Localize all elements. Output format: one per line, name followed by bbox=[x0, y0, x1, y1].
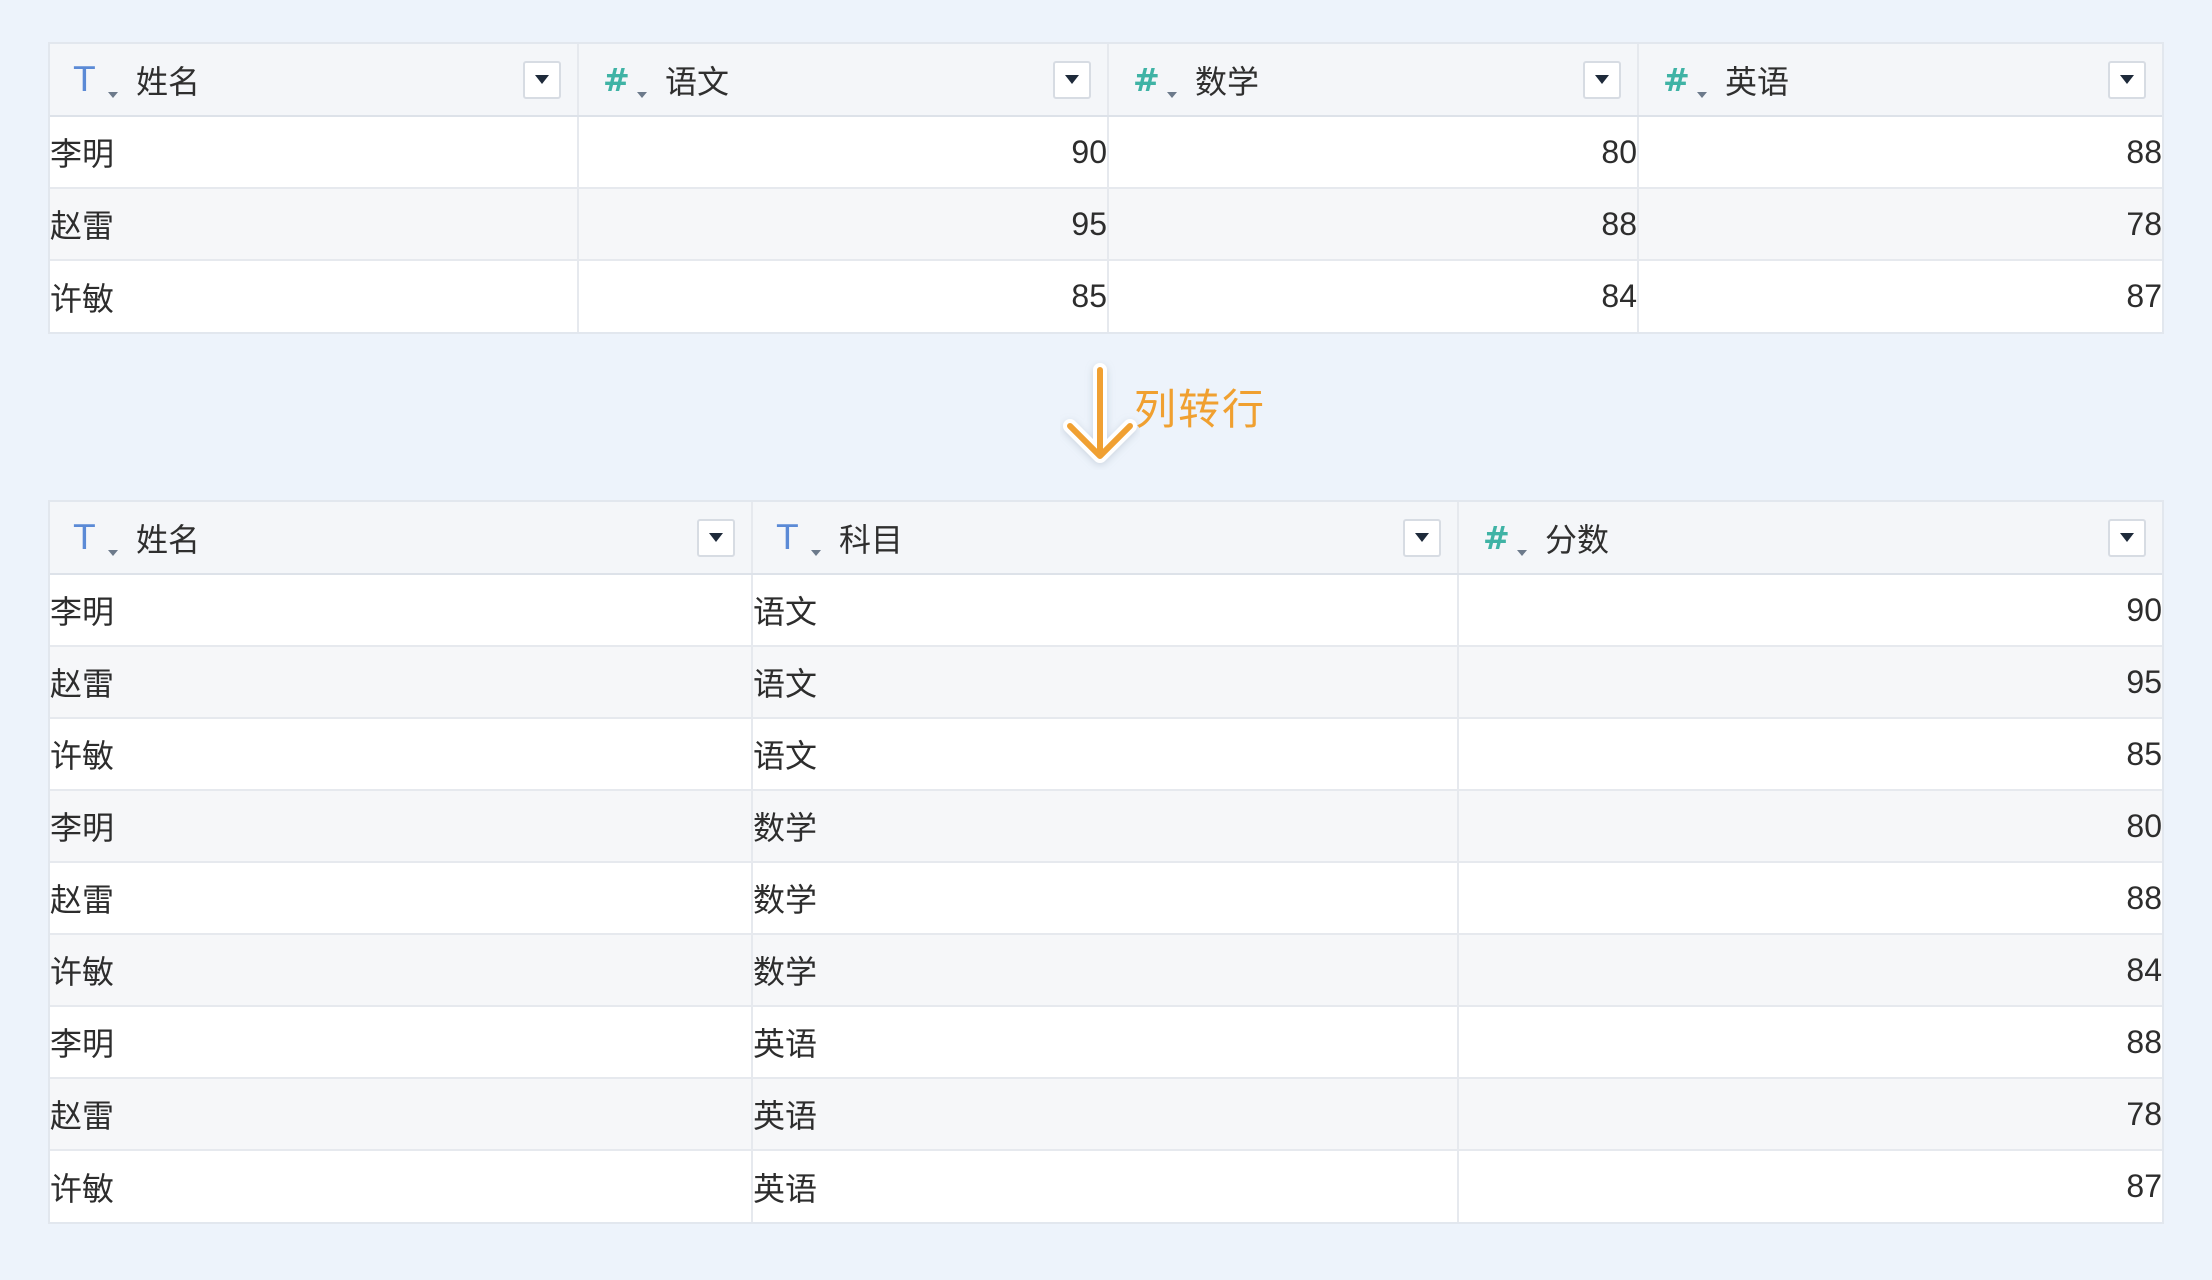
cell-name[interactable]: 赵雷 bbox=[50, 1078, 753, 1151]
column-header-english[interactable]: # 英语 bbox=[1638, 44, 2162, 117]
cell-subject[interactable]: 数学 bbox=[752, 934, 1459, 1007]
table-row[interactable]: 许敏 数学 84 bbox=[50, 934, 2162, 1007]
cell-score[interactable]: 85 bbox=[1458, 718, 2162, 791]
number-type-icon[interactable]: # bbox=[1133, 60, 1177, 100]
column-header-label: 数学 bbox=[1195, 62, 1260, 101]
number-type-icon[interactable]: # bbox=[1483, 518, 1527, 558]
column-header-label: 姓名 bbox=[136, 520, 201, 559]
cell-name[interactable]: 李明 bbox=[50, 1006, 753, 1079]
table-row[interactable]: 李明 英语 88 bbox=[50, 1006, 2162, 1079]
cell-score[interactable]: 80 bbox=[1458, 790, 2162, 863]
table-header-row: T 姓名 T 科目 # 分数 bbox=[50, 502, 2162, 575]
cell-score[interactable]: 87 bbox=[1458, 1150, 2162, 1222]
cell-score[interactable]: 88 bbox=[1458, 862, 2162, 935]
table-header-row: T 姓名 # 语文 # 数学 # 英语 bbox=[50, 44, 2162, 117]
cell-score[interactable]: 84 bbox=[1108, 260, 1639, 332]
cell-name[interactable]: 许敏 bbox=[50, 260, 579, 332]
table-row[interactable]: 赵雷 语文 95 bbox=[50, 646, 2162, 719]
column-header-label: 英语 bbox=[1725, 62, 1790, 101]
table-row[interactable]: 许敏 英语 87 bbox=[50, 1150, 2162, 1222]
table-row[interactable]: 李明 语文 90 bbox=[50, 574, 2162, 647]
cell-score[interactable]: 87 bbox=[1638, 260, 2162, 332]
column-header-math[interactable]: # 数学 bbox=[1108, 44, 1639, 117]
cell-subject[interactable]: 语文 bbox=[752, 646, 1459, 719]
cell-name[interactable]: 李明 bbox=[50, 116, 579, 189]
column-header-label: 科目 bbox=[839, 520, 904, 559]
column-header-name[interactable]: T 姓名 bbox=[50, 502, 753, 575]
cell-subject[interactable]: 英语 bbox=[752, 1078, 1459, 1151]
unpivot-indicator: 列转行 bbox=[1040, 360, 1400, 480]
cell-name[interactable]: 许敏 bbox=[50, 934, 753, 1007]
text-type-icon[interactable]: T bbox=[777, 518, 821, 558]
dropdown-icon[interactable] bbox=[697, 518, 735, 557]
cell-score[interactable]: 95 bbox=[578, 188, 1109, 261]
table-row[interactable]: 赵雷 数学 88 bbox=[50, 862, 2162, 935]
table-row[interactable]: 许敏 语文 85 bbox=[50, 718, 2162, 791]
dropdown-icon[interactable] bbox=[1403, 518, 1441, 557]
column-header-score[interactable]: # 分数 bbox=[1458, 502, 2162, 575]
text-type-icon[interactable]: T bbox=[74, 518, 118, 558]
cell-subject[interactable]: 数学 bbox=[752, 862, 1459, 935]
dropdown-icon[interactable] bbox=[523, 60, 561, 99]
unpivot-label: 列转行 bbox=[1134, 385, 1267, 434]
cell-name[interactable]: 许敏 bbox=[50, 718, 753, 791]
cell-score[interactable]: 85 bbox=[578, 260, 1109, 332]
dropdown-icon[interactable] bbox=[2108, 518, 2146, 557]
cell-subject[interactable]: 英语 bbox=[752, 1150, 1459, 1222]
column-header-label: 语文 bbox=[665, 62, 730, 101]
cell-score[interactable]: 88 bbox=[1458, 1006, 2162, 1079]
cell-name[interactable]: 赵雷 bbox=[50, 646, 753, 719]
table-row[interactable]: 李明 90 80 88 bbox=[50, 116, 2162, 189]
cell-score[interactable]: 88 bbox=[1108, 188, 1639, 261]
cell-score[interactable]: 88 bbox=[1638, 116, 2162, 189]
arrow-down-icon bbox=[1063, 363, 1137, 463]
dropdown-icon[interactable] bbox=[1053, 60, 1091, 99]
cell-subject[interactable]: 数学 bbox=[752, 790, 1459, 863]
number-type-icon[interactable]: # bbox=[1663, 60, 1707, 100]
column-header-chinese[interactable]: # 语文 bbox=[578, 44, 1109, 117]
text-type-icon[interactable]: T bbox=[74, 60, 118, 100]
cell-subject[interactable]: 语文 bbox=[752, 574, 1459, 647]
cell-name[interactable]: 许敏 bbox=[50, 1150, 753, 1222]
dropdown-icon[interactable] bbox=[2108, 60, 2146, 99]
source-table: T 姓名 # 语文 # 数学 # 英语 李明 90 80 88 赵雷 95 88… bbox=[48, 42, 2164, 334]
cell-name[interactable]: 李明 bbox=[50, 790, 753, 863]
cell-score[interactable]: 90 bbox=[1458, 574, 2162, 647]
table-row[interactable]: 李明 数学 80 bbox=[50, 790, 2162, 863]
column-header-label: 分数 bbox=[1545, 520, 1610, 559]
cell-score[interactable]: 95 bbox=[1458, 646, 2162, 719]
column-header-label: 姓名 bbox=[136, 62, 201, 101]
column-header-name[interactable]: T 姓名 bbox=[50, 44, 579, 117]
number-type-icon[interactable]: # bbox=[603, 60, 647, 100]
cell-name[interactable]: 李明 bbox=[50, 574, 753, 647]
table-row[interactable]: 赵雷 95 88 78 bbox=[50, 188, 2162, 261]
table-row[interactable]: 许敏 85 84 87 bbox=[50, 260, 2162, 332]
cell-score[interactable]: 84 bbox=[1458, 934, 2162, 1007]
cell-score[interactable]: 78 bbox=[1638, 188, 2162, 261]
dropdown-icon[interactable] bbox=[1583, 60, 1621, 99]
cell-score[interactable]: 78 bbox=[1458, 1078, 2162, 1151]
cell-subject[interactable]: 语文 bbox=[752, 718, 1459, 791]
result-table: T 姓名 T 科目 # 分数 李明 语文 90 赵雷 语文 95 许敏 语文 8… bbox=[48, 500, 2164, 1224]
cell-subject[interactable]: 英语 bbox=[752, 1006, 1459, 1079]
cell-name[interactable]: 赵雷 bbox=[50, 862, 753, 935]
cell-score[interactable]: 90 bbox=[578, 116, 1109, 189]
table-row[interactable]: 赵雷 英语 78 bbox=[50, 1078, 2162, 1151]
column-header-subject[interactable]: T 科目 bbox=[752, 502, 1459, 575]
cell-name[interactable]: 赵雷 bbox=[50, 188, 579, 261]
cell-score[interactable]: 80 bbox=[1108, 116, 1639, 189]
